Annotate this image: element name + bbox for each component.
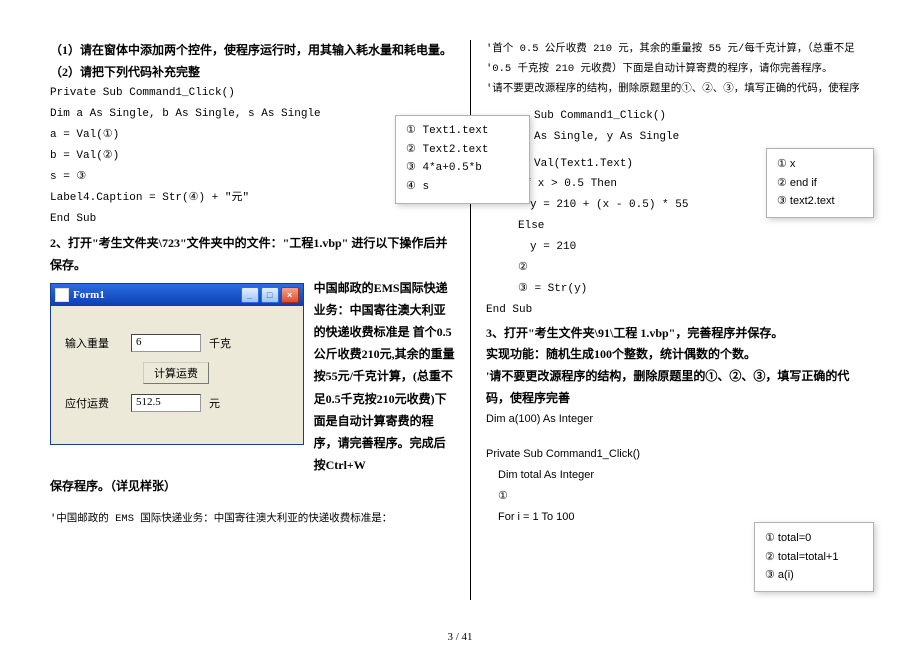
code-line: Private Sub Command1_Click()	[486, 444, 870, 465]
weight-row: 输入重量 6 千克	[65, 334, 289, 352]
form-and-description: Form1 _ □ × 输入重量 6 千克	[50, 277, 455, 477]
task-3: 3、打开"考生文件夹\91\工程 1.vbp"，完善程序并保存。	[486, 323, 870, 345]
code-line: ③ = Str(y)	[486, 279, 870, 300]
task-3-note: '请不要更改源程序的结构，删除原题里的①、②、③，填写正确的代码，使程序完善	[486, 366, 870, 409]
weight-label: 输入重量	[65, 335, 131, 351]
code-line: ①	[486, 486, 870, 507]
comment-line: '中国邮政的 EMS 国际快递业务：中国寄往澳大利亚的快递收费标准是：	[50, 510, 455, 530]
hint-line: ④ s	[406, 178, 519, 197]
question-1: （1）请在窗体中添加两个控件，使程序运行时，用其输入耗水量和耗电量。	[50, 40, 455, 62]
answer-box-2: ① x ② end if ③ text2.text	[766, 148, 874, 218]
fee-output: 512.5	[131, 394, 201, 412]
answer-box-3: ① total=0 ② total=total+1 ③ a(i)	[754, 522, 874, 592]
fee-unit: 元	[209, 395, 220, 411]
code-line: y = 210	[486, 237, 870, 258]
code-line: Else	[486, 216, 870, 237]
maximize-button[interactable]: □	[261, 287, 279, 303]
close-button[interactable]: ×	[281, 287, 299, 303]
code-line: End Sub	[486, 300, 870, 321]
form-icon	[55, 288, 69, 302]
page: （1）请在窗体中添加两个控件，使程序运行时，用其输入耗水量和耗电量。 （2）请把…	[0, 0, 920, 651]
calc-row: 计算运费	[65, 362, 289, 384]
fee-label: 应付运费	[65, 395, 131, 411]
hint-line: ③ 4*a+0.5*b	[406, 159, 519, 178]
code-line: Dim a(100) As Integer	[486, 409, 870, 430]
comment-line: '请不要更改源程序的结构，删除原题里的①、②、③，填写正确的代码，使程序	[486, 80, 870, 100]
hint-line: ② end if	[777, 174, 863, 193]
hint-line: ③ text2.text	[777, 192, 863, 211]
task-3-function: 实现功能：随机生成100个整数，统计偶数的个数。	[486, 344, 870, 366]
weight-unit: 千克	[209, 335, 231, 351]
task-2: 2、打开"考生文件夹\723"文件夹中的文件："工程1.vbp" 进行以下操作后…	[50, 233, 455, 276]
hint-line: ③ a(i)	[765, 566, 863, 585]
weight-input[interactable]: 6	[131, 334, 201, 352]
hint-line: ① total=0	[765, 529, 863, 548]
hint-line: ① Text1.text	[406, 122, 519, 141]
code-line: Sub Command1_Click()	[486, 106, 870, 127]
comment-line: '0.5 千克按 210 元收费）下面是自动计算寄费的程序，请你完善程序。	[486, 60, 870, 80]
code-line: End Sub	[50, 209, 455, 230]
hint-line: ② Text2.text	[406, 141, 519, 160]
hint-line: ① x	[777, 155, 863, 174]
form-titlebar: Form1 _ □ ×	[51, 284, 303, 306]
left-column: （1）请在窗体中添加两个控件，使程序运行时，用其输入耗水量和耗电量。 （2）请把…	[50, 40, 470, 600]
hint-line: ② total=total+1	[765, 548, 863, 567]
fee-row: 应付运费 512.5 元	[65, 394, 289, 412]
window-buttons: _ □ ×	[241, 287, 299, 303]
comment-line: '首个 0.5 公斤收费 210 元，其余的重量按 55 元/每千克计算，（总重…	[486, 40, 870, 60]
form-title: Form1	[73, 289, 241, 301]
question-2: （2）请把下列代码补充完整	[50, 62, 455, 84]
code-line: ②	[486, 258, 870, 279]
two-column-layout: （1）请在窗体中添加两个控件，使程序运行时，用其输入耗水量和耗电量。 （2）请把…	[50, 40, 870, 600]
answer-box-1: ① Text1.text ② Text2.text ③ 4*a+0.5*b ④ …	[395, 115, 530, 204]
form1-window: Form1 _ □ × 输入重量 6 千克	[50, 283, 304, 445]
code-line: Private Sub Command1_Click()	[50, 83, 455, 104]
page-number: 3 / 41	[0, 631, 920, 643]
save-instruction: 保存程序。（详见样张）	[50, 476, 455, 498]
minimize-button[interactable]: _	[241, 287, 259, 303]
code-line: Dim total As Integer	[486, 465, 870, 486]
calculate-button[interactable]: 计算运费	[143, 362, 209, 384]
ems-description: 中国邮政的EMS国际快递业务：中国寄往澳大利亚的快递收费标准是 首个0.5公斤收…	[314, 277, 455, 477]
code-line: As Single, y As Single	[486, 127, 870, 148]
right-column: '首个 0.5 公斤收费 210 元，其余的重量按 55 元/每千克计算，（总重…	[470, 40, 870, 600]
form-body: 输入重量 6 千克 计算运费 应付运费 512.5 元	[51, 306, 303, 444]
